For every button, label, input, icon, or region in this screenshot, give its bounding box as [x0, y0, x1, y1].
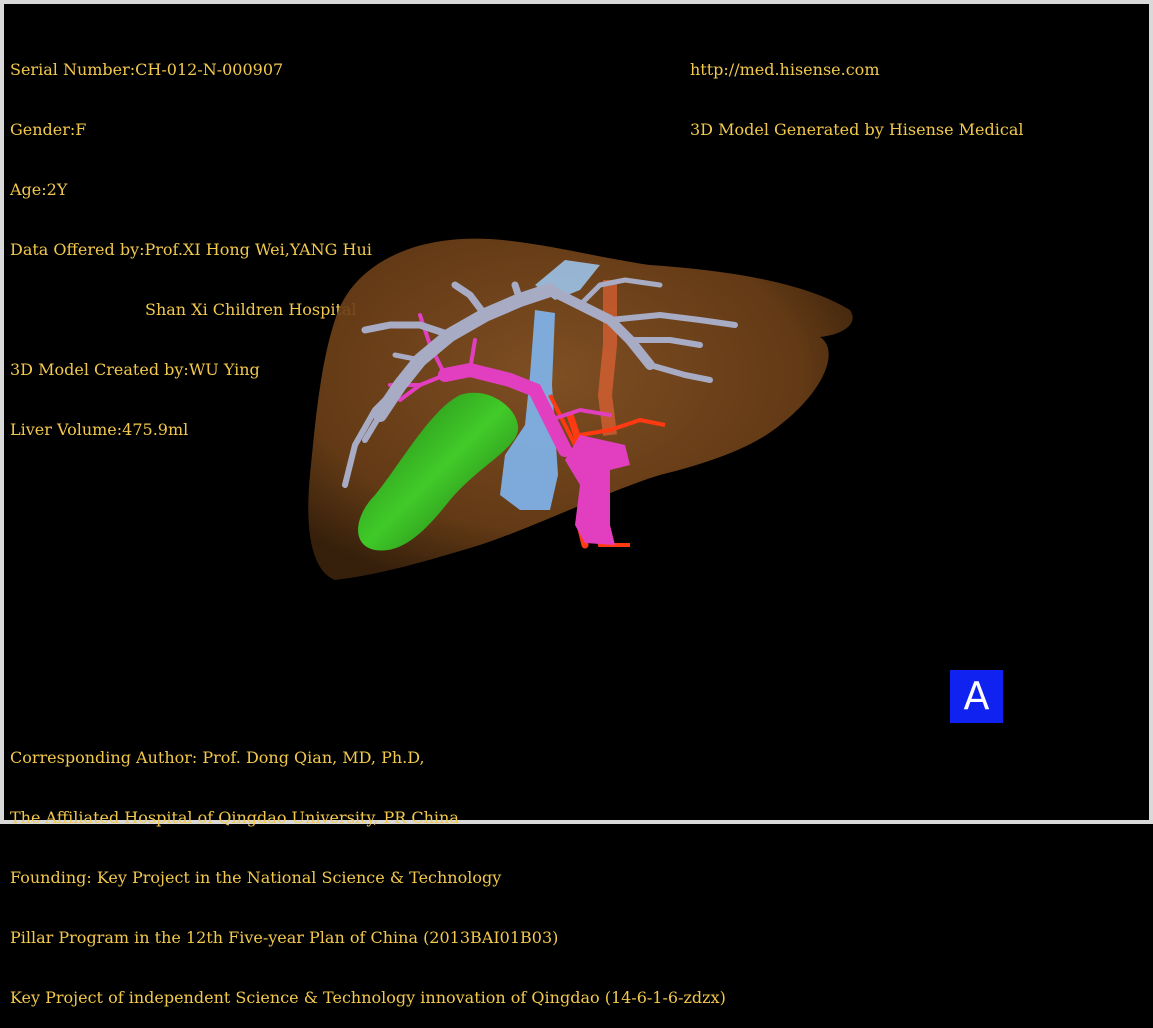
- credit-line-3: Founding: Key Project in the National Sc…: [10, 868, 502, 887]
- gender: Gender:F: [10, 120, 87, 139]
- generated-by: 3D Model Generated by Hisense Medical: [690, 120, 1024, 139]
- aorta-stripe: [597, 280, 617, 436]
- credit-line-2: The Affiliated Hospital of Qingdao Unive…: [10, 808, 459, 827]
- age: Age:2Y: [10, 180, 68, 199]
- view-a-button[interactable]: A: [950, 670, 1003, 723]
- credit-line-5: Key Project of independent Science & Tec…: [10, 988, 726, 1007]
- liver-3d-model[interactable]: [280, 225, 880, 595]
- generator-info: http://med.hisense.com 3D Model Generate…: [690, 20, 1023, 160]
- credit-line-1: Corresponding Author: Prof. Dong Qian, M…: [10, 748, 425, 767]
- credits: Corresponding Author: Prof. Dong Qian, M…: [10, 708, 726, 1028]
- serial-number: Serial Number:CH-012-N-000907: [10, 60, 284, 79]
- website-url: http://med.hisense.com: [690, 60, 880, 79]
- credit-line-4: Pillar Program in the 12th Five-year Pla…: [10, 928, 559, 947]
